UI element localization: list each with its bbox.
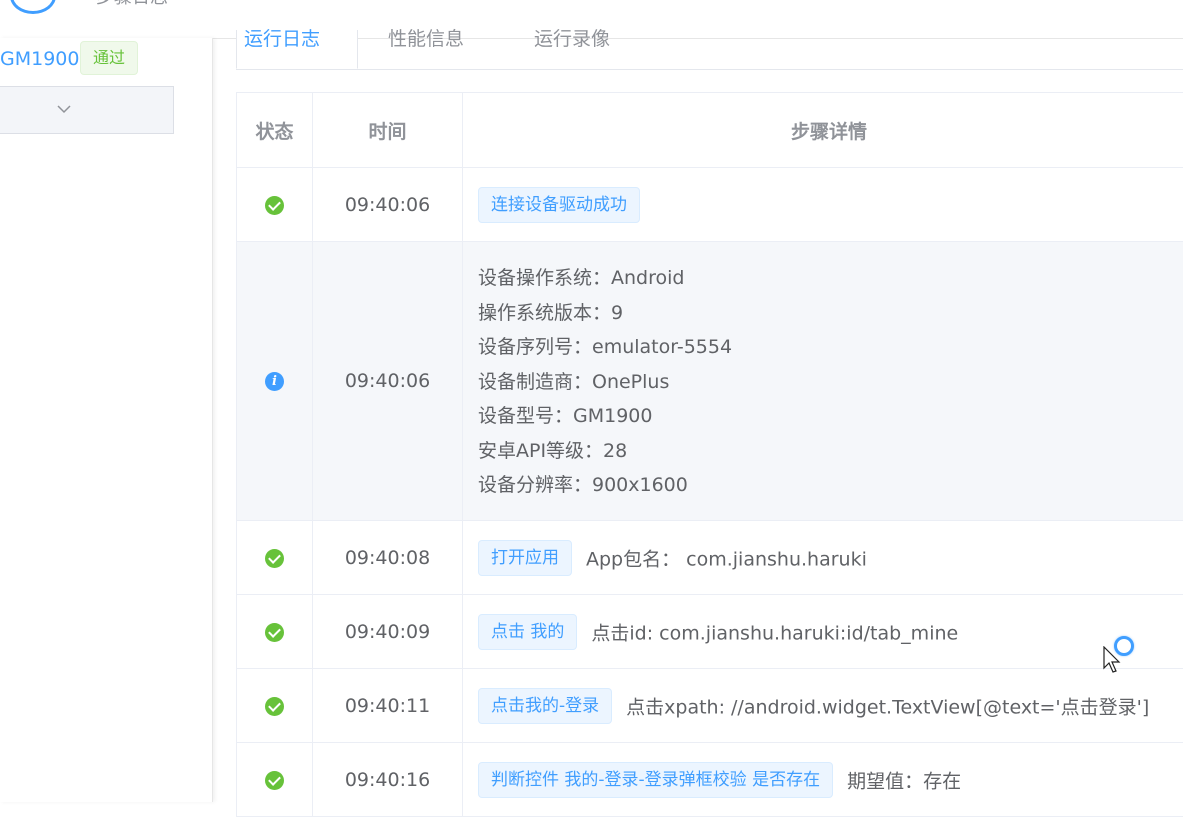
check-circle-icon: [265, 623, 284, 642]
step-log-table: 状态 时间 步骤详情 09:40:06 连接设备驱动成功 i 09:40:06 …: [236, 92, 1183, 817]
device-os-line: 设备操作系统：Android: [478, 261, 1183, 296]
detail-cell: 判断控件 我的-登录-登录弹框校验 是否存在期望值：存在: [463, 743, 1183, 817]
model-line: 设备型号：GM1900: [478, 399, 1183, 434]
detail-cell: 点击我的-登录点击xpath: //android.widget.TextVie…: [463, 669, 1183, 743]
step-text: App包名： com.jianshu.haruki: [586, 548, 867, 570]
time-cell: 09:40:16: [313, 743, 463, 817]
step-tag: 点击 我的: [478, 614, 577, 650]
table-row: 09:40:11 点击我的-登录点击xpath: //android.widge…: [237, 669, 1183, 743]
step-tag: 点击我的-登录: [478, 688, 612, 724]
check-circle-icon: [265, 697, 284, 716]
result-tag: 通过: [80, 41, 138, 75]
api-level-line: 安卓API等级：28: [478, 434, 1183, 469]
logo-icon: [10, 0, 56, 14]
step-text: 点击xpath: //android.widget.TextView[@text…: [626, 696, 1149, 718]
device-panel: GM1900 通过: [0, 38, 213, 802]
table-row: 09:40:16 判断控件 我的-登录-登录弹框校验 是否存在期望值：存在: [237, 743, 1183, 817]
manufacturer-line: 设备制造商：OnePlus: [478, 365, 1183, 400]
column-header-detail: 步骤详情: [463, 93, 1183, 168]
resolution-line: 设备分辨率：900x1600: [478, 468, 1183, 503]
os-version-line: 操作系统版本：9: [478, 296, 1183, 331]
device-name: GM1900: [0, 47, 79, 71]
check-circle-icon: [265, 549, 284, 568]
status-cell: [237, 595, 313, 669]
step-text: 点击id: com.jianshu.haruki:id/tab_mine: [591, 622, 958, 644]
info-circle-icon: i: [265, 372, 284, 391]
table-row: 09:40:09 点击 我的点击id: com.jianshu.haruki:i…: [237, 595, 1183, 669]
detail-cell: 点击 我的点击id: com.jianshu.haruki:id/tab_min…: [463, 595, 1183, 669]
step-tag: 打开应用: [478, 540, 572, 576]
column-header-time: 时间: [313, 93, 463, 168]
step-text: 期望值：存在: [847, 770, 961, 792]
status-cell: i: [237, 242, 313, 521]
tab-video[interactable]: 运行录像: [534, 30, 610, 69]
column-header-status: 状态: [237, 93, 313, 168]
collapse-toggle[interactable]: [0, 86, 174, 134]
table-row: 09:40:06 连接设备驱动成功: [237, 168, 1183, 242]
tab-performance[interactable]: 性能信息: [388, 30, 464, 69]
time-cell: 09:40:11: [313, 669, 463, 743]
check-circle-icon: [265, 771, 284, 790]
time-cell: 09:40:06: [313, 168, 463, 242]
tab-run-log[interactable]: 运行日志: [236, 30, 358, 69]
table-row: 09:40:08 打开应用 App包名： com.jianshu.haruki: [237, 521, 1183, 595]
serial-line: 设备序列号：emulator-5554: [478, 330, 1183, 365]
log-tabs: 运行日志 性能信息 运行录像: [236, 38, 1183, 70]
detail-cell: 打开应用 App包名： com.jianshu.haruki: [463, 521, 1183, 595]
page-title: 步骤日志: [96, 0, 168, 8]
step-tag: 连接设备驱动成功: [478, 187, 640, 223]
status-cell: [237, 168, 313, 242]
chevron-down-icon: [56, 101, 72, 117]
table-row: i 09:40:06 设备操作系统：Android 操作系统版本：9 设备序列号…: [237, 242, 1183, 521]
status-cell: [237, 521, 313, 595]
time-cell: 09:40:06: [313, 242, 463, 521]
time-cell: 09:40:09: [313, 595, 463, 669]
check-circle-icon: [265, 196, 284, 215]
status-cell: [237, 669, 313, 743]
detail-cell: 连接设备驱动成功: [463, 168, 1183, 242]
table-header-row: 状态 时间 步骤详情: [237, 93, 1183, 168]
detail-cell: 设备操作系统：Android 操作系统版本：9 设备序列号：emulator-5…: [463, 242, 1183, 521]
step-tag: 判断控件 我的-登录-登录弹框校验 是否存在: [478, 762, 833, 798]
status-cell: [237, 743, 313, 817]
time-cell: 09:40:08: [313, 521, 463, 595]
mouse-cursor-icon: [1103, 646, 1123, 674]
